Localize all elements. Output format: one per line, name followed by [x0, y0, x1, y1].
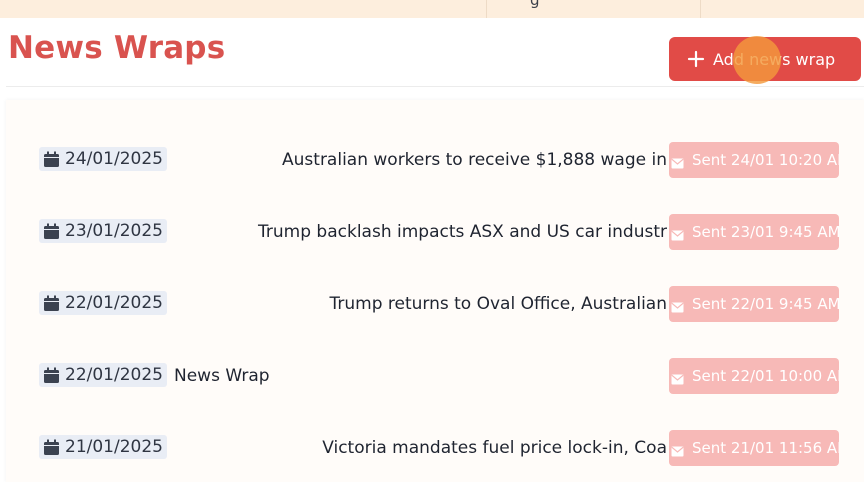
mail-icon: [671, 443, 684, 456]
top-bar: g: [0, 0, 864, 18]
mail-icon: [671, 299, 684, 312]
status-badge: Sent 23/01 9:45 AM: [669, 214, 839, 250]
status-badge: Sent 21/01 11:56 AM: [669, 430, 839, 466]
wrap-title[interactable]: Australian workers to receive $1,888 wag…: [166, 140, 667, 180]
wrap-title[interactable]: Victoria mandates fuel price lock-in, Co…: [166, 428, 667, 468]
wrap-date: 21/01/2025: [65, 437, 163, 457]
wrap-date: 22/01/2025: [65, 365, 163, 385]
list-item[interactable]: 23/01/2025 Trump backlash impacts ASX an…: [6, 212, 864, 252]
list-item[interactable]: 24/01/2025 Australian workers to receive…: [6, 140, 864, 180]
calendar-icon: [43, 151, 60, 168]
calendar-icon: [43, 295, 60, 312]
news-wrap-list: 24/01/2025 Australian workers to receive…: [6, 100, 864, 482]
wrap-title[interactable]: Trump backlash impacts ASX and US car in…: [166, 212, 667, 252]
status-text: Sent 23/01 9:45 AM: [692, 223, 839, 241]
date-chip: 22/01/2025: [39, 363, 167, 387]
header-divider: [6, 86, 864, 87]
list-item[interactable]: 21/01/2025 Victoria mandates fuel price …: [6, 428, 864, 468]
top-bar-divider: [486, 0, 487, 18]
wrap-title[interactable]: News Wrap: [174, 356, 675, 396]
page-title: News Wraps: [8, 30, 226, 66]
status-badge: Sent 24/01 10:20 AM: [669, 142, 839, 178]
calendar-icon: [43, 439, 60, 456]
wrap-title[interactable]: Trump returns to Oval Office, Australian: [166, 284, 667, 324]
list-item[interactable]: 22/01/2025 News Wrap Sent 22/01 10:00 AM: [6, 356, 864, 396]
add-news-wrap-button[interactable]: Add news wrap: [669, 37, 861, 81]
status-text: Sent 22/01 9:45 AM: [692, 295, 839, 313]
date-chip: 22/01/2025: [39, 291, 167, 315]
status-text: Sent 22/01 10:00 AM: [692, 367, 839, 385]
mail-icon: [671, 155, 684, 168]
mail-icon: [671, 371, 684, 384]
wrap-date: 22/01/2025: [65, 293, 163, 313]
calendar-icon: [43, 367, 60, 384]
status-badge: Sent 22/01 9:45 AM: [669, 286, 839, 322]
status-text: Sent 24/01 10:20 AM: [692, 151, 839, 169]
date-chip: 23/01/2025: [39, 219, 167, 243]
date-chip: 21/01/2025: [39, 435, 167, 459]
list-item[interactable]: 22/01/2025 Trump returns to Oval Office,…: [6, 284, 864, 324]
add-news-wrap-label: Add news wrap: [713, 49, 836, 69]
wrap-date: 24/01/2025: [65, 149, 163, 169]
status-text: Sent 21/01 11:56 AM: [692, 439, 839, 457]
top-bar-tab-label[interactable]: g: [530, 0, 540, 9]
plus-icon: [687, 50, 705, 68]
calendar-icon: [43, 223, 60, 240]
wrap-date: 23/01/2025: [65, 221, 163, 241]
date-chip: 24/01/2025: [39, 147, 167, 171]
top-bar-divider: [700, 0, 701, 18]
mail-icon: [671, 227, 684, 240]
status-badge: Sent 22/01 10:00 AM: [669, 358, 839, 394]
